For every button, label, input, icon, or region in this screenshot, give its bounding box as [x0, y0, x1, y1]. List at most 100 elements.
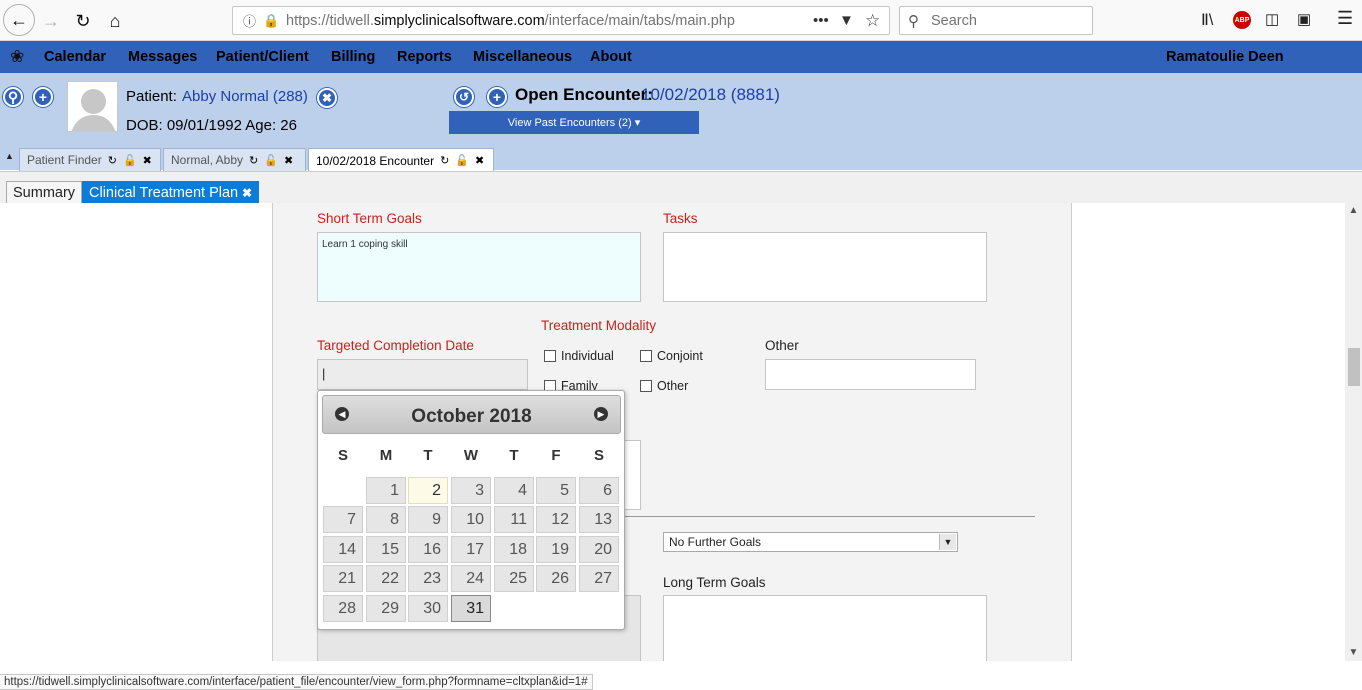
- menu-reports[interactable]: Reports: [397, 49, 452, 65]
- calendar-day[interactable]: 2: [408, 477, 448, 504]
- calendar-day[interactable]: 30: [408, 595, 448, 622]
- calendar-day[interactable]: 20: [579, 536, 619, 563]
- main-menu: ❀ Calendar Messages Patient/Client Billi…: [0, 41, 1362, 73]
- view-past-encounters-button[interactable]: View Past Encounters (2) ▾: [449, 111, 699, 134]
- scroll-down-icon[interactable]: ▼: [1345, 647, 1362, 661]
- home-button[interactable]: ⌂: [100, 6, 130, 36]
- individual-checkbox[interactable]: [544, 350, 556, 362]
- calendar-day[interactable]: 31: [451, 595, 491, 622]
- calendar-day[interactable]: 17: [451, 536, 491, 563]
- calendar-day[interactable]: 21: [323, 565, 363, 592]
- open-encounter-value[interactable]: 10/02/2018 (8881): [641, 85, 780, 105]
- calendar-day[interactable]: 3: [451, 477, 491, 504]
- tab-patient-finder[interactable]: Patient Finder ↻ 🔓 ✖: [19, 148, 161, 171]
- adblock-icon[interactable]: ABP: [1233, 11, 1251, 29]
- calendar-day[interactable]: 19: [536, 536, 576, 563]
- calendar-day[interactable]: 10: [451, 506, 491, 533]
- tab-label: 10/02/2018 Encounter: [316, 153, 435, 168]
- add-patient-button[interactable]: +: [33, 87, 53, 107]
- calendar-day[interactable]: 26: [536, 565, 576, 592]
- forward-button[interactable]: →: [36, 6, 66, 36]
- library-icon[interactable]: Ⅱ\: [1201, 10, 1213, 30]
- further-goals-select[interactable]: No Further Goals ▼: [663, 532, 958, 552]
- other-modality-checkbox[interactable]: [640, 380, 652, 392]
- refresh-icon[interactable]: ↻: [249, 154, 258, 167]
- unlock-icon[interactable]: 🔓: [264, 154, 278, 167]
- long-term-goals-textarea[interactable]: [663, 595, 987, 661]
- calendar-day[interactable]: 14: [323, 536, 363, 563]
- menu-billing[interactable]: Billing: [331, 49, 375, 65]
- app-logo-icon[interactable]: ❀: [10, 47, 24, 67]
- close-icon[interactable]: ✖: [475, 154, 484, 167]
- calendar-day[interactable]: 8: [366, 506, 406, 533]
- calendar-day[interactable]: 13: [579, 506, 619, 533]
- calendar-day[interactable]: 7: [323, 506, 363, 533]
- plus-icon: +: [38, 89, 48, 105]
- calendar-day[interactable]: 12: [536, 506, 576, 533]
- calendar-day[interactable]: 29: [366, 595, 406, 622]
- collapse-header-icon[interactable]: ▲: [5, 151, 14, 161]
- pocket-icon[interactable]: ▼: [839, 12, 854, 29]
- calendar-day[interactable]: 6: [579, 477, 619, 504]
- calendar-day[interactable]: 25: [494, 565, 534, 592]
- new-encounter-button[interactable]: +: [487, 87, 507, 107]
- conjoint-checkbox[interactable]: [640, 350, 652, 362]
- back-button[interactable]: ←: [3, 4, 35, 36]
- lock-icon: 🔒: [263, 12, 280, 28]
- page-actions-icon[interactable]: •••: [813, 12, 829, 29]
- encounter-history-button[interactable]: ↺: [454, 87, 474, 107]
- close-icon[interactable]: ✖: [242, 186, 252, 200]
- tab-encounter[interactable]: 10/02/2018 Encounter ↻ 🔓 ✖: [308, 148, 494, 172]
- calendar-day[interactable]: 15: [366, 536, 406, 563]
- calendar-day[interactable]: 27: [579, 565, 619, 592]
- window-icon[interactable]: ▣: [1297, 10, 1311, 28]
- menu-patient-client[interactable]: Patient/Client: [216, 49, 309, 65]
- scroll-thumb[interactable]: [1348, 348, 1360, 386]
- menu-calendar[interactable]: Calendar: [44, 49, 106, 65]
- close-icon[interactable]: ✖: [143, 154, 152, 167]
- short-term-goals-label: Short Term Goals: [317, 211, 422, 226]
- tasks-textarea[interactable]: [663, 232, 987, 302]
- refresh-icon[interactable]: ↻: [108, 154, 117, 167]
- address-bar[interactable]: ⓘ 🔒 https://tidwell.simplyclinicalsoftwa…: [232, 6, 890, 35]
- targeted-completion-date-input[interactable]: |: [317, 359, 528, 390]
- search-patient-button[interactable]: ⚲: [3, 87, 23, 107]
- calendar-day[interactable]: 5: [536, 477, 576, 504]
- subtab-clinical-treatment-plan[interactable]: Clinical Treatment Plan ✖: [82, 181, 259, 204]
- calendar-day[interactable]: 1: [366, 477, 406, 504]
- calendar-day[interactable]: 9: [408, 506, 448, 533]
- calendar-day[interactable]: 18: [494, 536, 534, 563]
- reload-button[interactable]: ↻: [68, 6, 98, 36]
- menu-about[interactable]: About: [590, 49, 632, 65]
- unlock-icon[interactable]: 🔓: [123, 154, 137, 167]
- calendar-day[interactable]: 23: [408, 565, 448, 592]
- calendar-day[interactable]: 4: [494, 477, 534, 504]
- vertical-scrollbar[interactable]: ▲ ▼: [1345, 203, 1362, 661]
- other-label: Other: [765, 338, 799, 353]
- refresh-icon[interactable]: ↻: [440, 154, 449, 167]
- calendar-day[interactable]: 22: [366, 565, 406, 592]
- subtab-summary[interactable]: Summary: [6, 181, 83, 204]
- close-patient-button[interactable]: ✖: [317, 88, 337, 108]
- long-term-goals-label: Long Term Goals: [663, 575, 766, 590]
- close-icon[interactable]: ✖: [284, 154, 293, 167]
- tab-normal-abby[interactable]: Normal, Abby ↻ 🔓 ✖: [163, 148, 306, 171]
- menu-miscellaneous[interactable]: Miscellaneous: [473, 49, 572, 65]
- browser-search-box[interactable]: ⚲ Search: [899, 6, 1093, 35]
- calendar-day[interactable]: 24: [451, 565, 491, 592]
- menu-messages[interactable]: Messages: [128, 49, 197, 65]
- unlock-icon[interactable]: 🔓: [455, 154, 469, 167]
- hamburger-menu-icon[interactable]: ☰: [1337, 8, 1353, 29]
- next-month-icon[interactable]: ▶: [594, 407, 608, 421]
- short-term-goals-textarea[interactable]: Learn 1 coping skill: [317, 232, 641, 302]
- calendar-day[interactable]: 28: [323, 595, 363, 622]
- info-icon[interactable]: ⓘ: [243, 11, 256, 30]
- scroll-up-icon[interactable]: ▲: [1345, 205, 1362, 219]
- calendar-day[interactable]: 16: [408, 536, 448, 563]
- bookmark-star-icon[interactable]: ☆: [865, 11, 880, 31]
- other-input[interactable]: [765, 359, 976, 390]
- current-user[interactable]: Ramatoulie Deen: [1166, 49, 1284, 65]
- sidebar-icon[interactable]: ◫: [1265, 10, 1279, 28]
- calendar-day[interactable]: 11: [494, 506, 534, 533]
- patient-name-link[interactable]: Abby Normal (288): [182, 88, 308, 105]
